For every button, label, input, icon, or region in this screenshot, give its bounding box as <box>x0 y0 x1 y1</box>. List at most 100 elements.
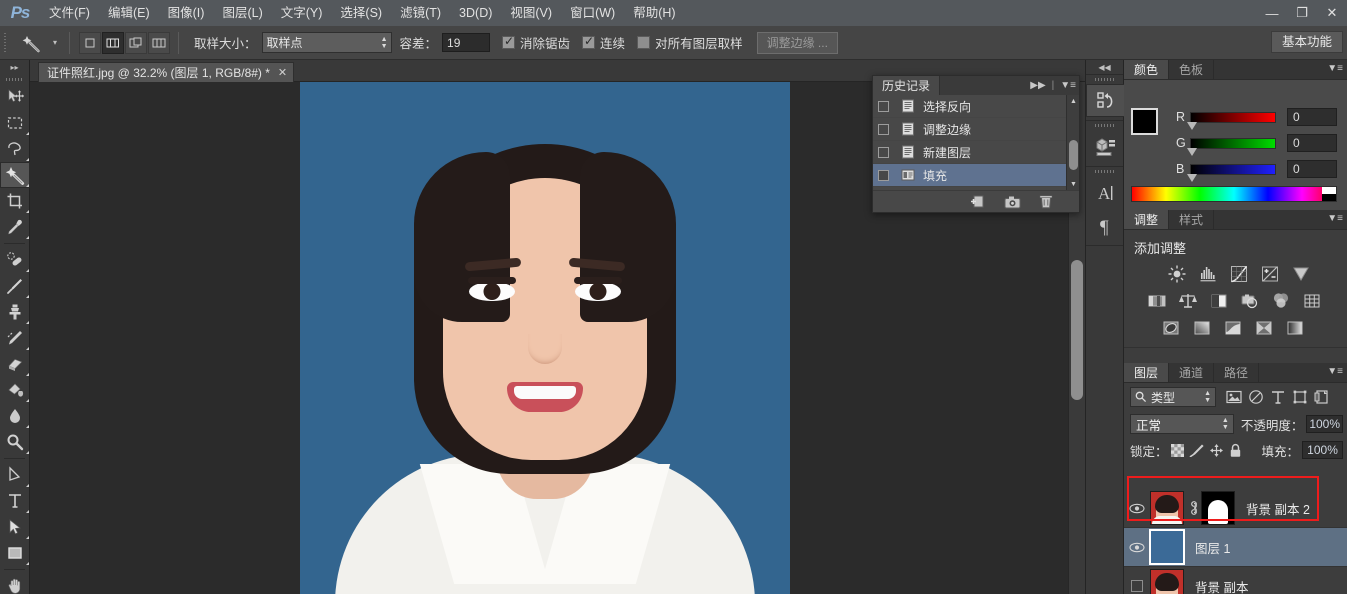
marquee-tool[interactable] <box>0 110 30 136</box>
black-white-icon[interactable] <box>1206 290 1232 312</box>
close-icon[interactable]: ✕ <box>1317 0 1347 26</box>
lock-all-icon[interactable] <box>1226 441 1246 459</box>
magic-wand-tool[interactable] <box>0 162 30 188</box>
color-spectrum-ramp[interactable] <box>1131 186 1337 202</box>
invert-icon[interactable] <box>1158 317 1184 339</box>
photo-filter-icon[interactable] <box>1237 290 1263 312</box>
table-row-selected[interactable]: 图层 1 <box>1124 528 1347 567</box>
history-snapshot-checkbox[interactable] <box>878 123 889 135</box>
document-tab[interactable]: 证件照红.jpg @ 32.2% (图层 1, RGB/8#) * ✕ <box>38 62 295 82</box>
hue-saturation-icon[interactable] <box>1144 290 1170 312</box>
paragraph-panel-icon[interactable]: ¶ <box>1086 209 1125 242</box>
history-collapse-icon[interactable]: ▶▶ <box>1030 80 1045 91</box>
tab-history[interactable]: 历史记录 <box>873 76 941 95</box>
dock-grip[interactable] <box>1086 121 1123 130</box>
shape-tool[interactable] <box>0 540 30 566</box>
toolbar-collapse-icon[interactable]: ▸▸ <box>0 60 29 74</box>
scroll-up-icon[interactable]: ▲ <box>1067 95 1080 107</box>
lock-transparent-pixels-icon[interactable] <box>1168 441 1188 459</box>
tolerance-input[interactable]: 19 <box>442 33 491 52</box>
menu-select[interactable]: 选择(S) <box>331 0 391 26</box>
selective-color-icon[interactable] <box>1251 317 1277 339</box>
menu-filter[interactable]: 滤镜(T) <box>391 0 450 26</box>
character-panel-icon[interactable]: A <box>1086 176 1125 209</box>
hand-tool[interactable] <box>0 573 30 594</box>
exposure-icon[interactable] <box>1257 263 1283 285</box>
refine-edge-button[interactable]: 调整边缘 ... <box>756 31 838 54</box>
lock-image-pixels-icon[interactable] <box>1187 441 1207 459</box>
pen-tool[interactable] <box>0 462 30 488</box>
type-tool[interactable] <box>0 488 30 514</box>
lock-position-icon[interactable] <box>1207 441 1227 459</box>
menu-window[interactable]: 窗口(W) <box>561 0 624 26</box>
filter-adjustment-icon[interactable] <box>1246 387 1266 407</box>
gradient-tool[interactable] <box>0 377 30 403</box>
channel-value-r[interactable]: 0 <box>1287 108 1337 126</box>
dock-collapse-icon[interactable]: ◀◀ <box>1086 60 1123 74</box>
sample-size-select[interactable]: 取样点 ▲ ▼ <box>261 32 392 53</box>
dodge-tool[interactable] <box>0 429 30 455</box>
table-row[interactable]: 背景 副本 <box>1124 567 1347 594</box>
menu-image[interactable]: 图像(I) <box>159 0 214 26</box>
history-brush-tool[interactable] <box>0 325 30 351</box>
tab-styles[interactable]: 样式 <box>1169 210 1215 229</box>
dock-grip[interactable] <box>1086 75 1123 84</box>
slider-knob-r[interactable] <box>1187 121 1197 130</box>
add-to-selection-button[interactable] <box>102 31 124 54</box>
layer-visibility-toggle[interactable] <box>1124 528 1150 567</box>
document-image[interactable] <box>300 82 790 594</box>
layer-thumbnail[interactable] <box>1150 491 1184 525</box>
layer-visibility-toggle[interactable] <box>1124 489 1150 528</box>
filter-pixel-icon[interactable] <box>1224 387 1244 407</box>
history-scrollbar[interactable]: ▲ ▼ <box>1066 95 1079 190</box>
layer-name[interactable]: 背景 副本 2 <box>1246 499 1310 518</box>
workspace-switcher-button[interactable]: 基本功能 <box>1270 31 1343 53</box>
vibrance-icon[interactable] <box>1288 263 1314 285</box>
scroll-down-icon[interactable]: ▼ <box>1067 178 1080 190</box>
history-state-row[interactable]: 选择反向 <box>873 95 1066 118</box>
canvas-scrollbar-thumb[interactable] <box>1071 260 1083 400</box>
blur-tool[interactable] <box>0 403 30 429</box>
options-bar-grip[interactable] <box>0 26 10 60</box>
layer-link-icon[interactable] <box>1187 500 1201 516</box>
sample-all-layers-checkbox[interactable]: 对所有图层取样 <box>637 33 743 52</box>
menu-view[interactable]: 视图(V) <box>501 0 561 26</box>
history-snapshot-checkbox[interactable] <box>878 169 889 181</box>
slider-knob-g[interactable] <box>1187 147 1197 156</box>
layer-name[interactable]: 图层 1 <box>1195 538 1230 557</box>
new-snapshot-icon[interactable] <box>1004 195 1021 209</box>
channel-value-b[interactable]: 0 <box>1287 160 1337 178</box>
maximize-restore-icon[interactable]: ❐ <box>1287 0 1317 26</box>
curves-icon[interactable] <box>1226 263 1252 285</box>
channel-mixer-icon[interactable] <box>1268 290 1294 312</box>
history-state-row[interactable]: 调整边缘 <box>873 118 1066 141</box>
fill-input[interactable]: 100% <box>1302 441 1344 459</box>
path-selection-tool[interactable] <box>0 514 30 540</box>
layer-thumbnail[interactable] <box>1150 569 1184 594</box>
layer-thumbnail[interactable] <box>1149 529 1185 565</box>
channel-value-g[interactable]: 0 <box>1287 134 1337 152</box>
tab-color[interactable]: 颜色 <box>1124 60 1170 79</box>
adjustments-panel-menu-icon[interactable]: ▼≡ <box>1327 213 1343 224</box>
antialias-checkbox[interactable]: 消除锯齿 <box>502 33 570 52</box>
filter-smartobject-icon[interactable] <box>1312 387 1332 407</box>
tab-swatches[interactable]: 色板 <box>1169 60 1215 79</box>
layer-visibility-toggle[interactable] <box>1124 567 1150 594</box>
gradient-map-icon[interactable] <box>1282 317 1308 339</box>
history-panel-menu-icon[interactable]: ▼≡ <box>1060 80 1076 91</box>
menu-layer[interactable]: 图层(L) <box>213 0 271 26</box>
menu-3d[interactable]: 3D(D) <box>450 0 501 26</box>
slider-track-r[interactable] <box>1187 111 1276 130</box>
close-document-icon[interactable]: ✕ <box>278 66 287 79</box>
history-scrollbar-thumb[interactable] <box>1069 140 1078 170</box>
delete-state-icon[interactable] <box>1039 194 1053 209</box>
tool-preset-caret-icon[interactable]: ▾ <box>48 30 62 56</box>
layer-filter-type-select[interactable]: 类型 ▲ ▼ <box>1130 387 1216 407</box>
table-row[interactable]: 背景 副本 2 <box>1124 489 1347 528</box>
layer-name[interactable]: 背景 副本 <box>1195 577 1248 594</box>
eyedropper-tool[interactable] <box>0 214 30 240</box>
layers-panel-menu-icon[interactable]: ▼≡ <box>1327 366 1343 377</box>
menu-type[interactable]: 文字(Y) <box>272 0 332 26</box>
subtract-from-selection-button[interactable] <box>125 31 147 54</box>
brush-tool[interactable] <box>0 273 30 299</box>
